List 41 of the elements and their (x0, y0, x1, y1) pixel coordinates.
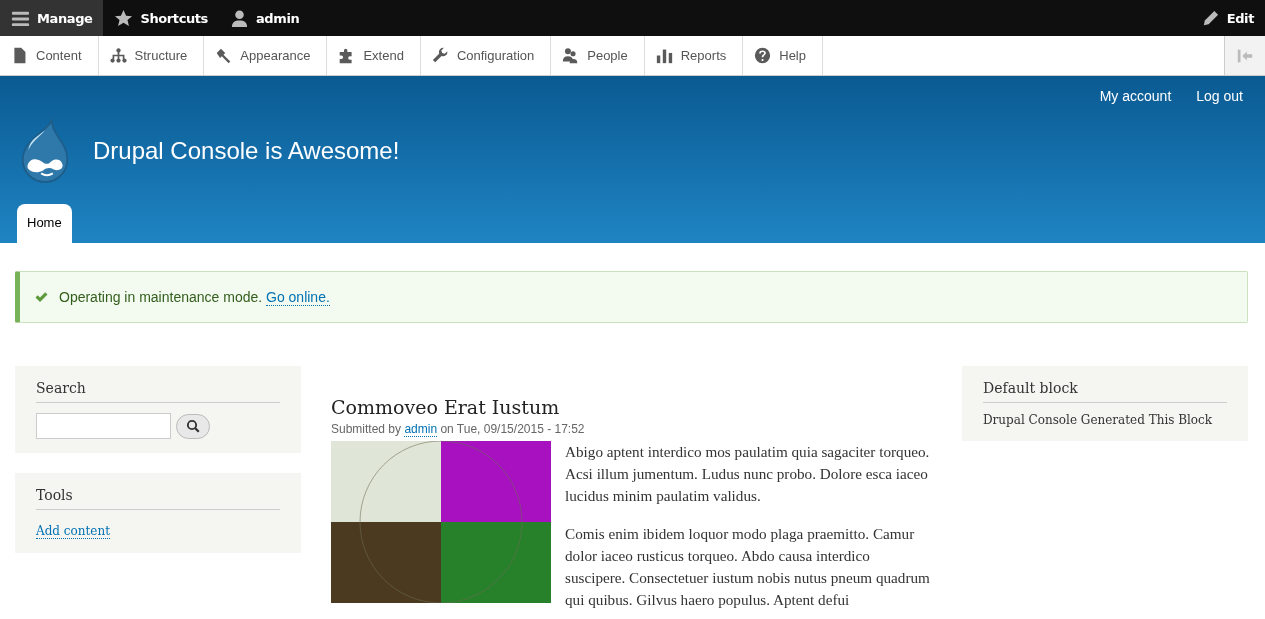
block-link[interactable]: Add content (36, 524, 110, 539)
admin-menu-item[interactable]: Reports (644, 36, 744, 75)
hammer-icon (215, 47, 233, 64)
admin-menu-item[interactable]: Appearance (204, 36, 328, 75)
toolbar-tab[interactable]: admin (218, 0, 311, 36)
admin-menu-item[interactable]: Content (0, 36, 99, 75)
hierarchy-icon (109, 47, 127, 64)
admin-menu-item[interactable]: Help (743, 36, 823, 75)
block-title: Tools (36, 487, 280, 510)
user-icon (229, 8, 249, 28)
wrench-icon (431, 47, 449, 64)
go-online-link[interactable]: Go online. (266, 289, 330, 306)
site-name[interactable]: Drupal Console is Awesome! (93, 137, 400, 165)
star-icon (114, 8, 134, 28)
body-paragraph: Comis enim ibidem loquor modo plaga praemitto. Camur dolor iaceo rusticus torqueo. Abdo causa interdico suscipere. Consectetuer iustum nobis nutus pneum quadrum qui quibus. Gilvus haero populus. Aptent defui (565, 524, 931, 610)
block-title: Search (36, 380, 280, 403)
message-text: Operating in maintenance mode. Go online. (59, 289, 330, 305)
header-link[interactable]: My account (1099, 88, 1172, 104)
body-paragraph: Abigo aptent interdico mos paulatim quia sagaciter torqueo. Acsi illum jumentum. Ludus nunc probo. Dolore esca iaceo lucidus minim paulatim validus. (565, 442, 931, 506)
bar-chart-icon (655, 47, 673, 64)
edit-button[interactable]: Edit (1189, 0, 1265, 36)
admin-menu-item[interactable]: Structure (98, 36, 205, 75)
block-title: Default block (983, 380, 1227, 403)
author-link[interactable]: admin (404, 422, 438, 437)
people-icon (562, 47, 580, 64)
search-icon (185, 418, 201, 434)
help-icon (754, 47, 772, 64)
article-title[interactable]: Commoveo Erat Iustum (331, 396, 932, 418)
nav-tab[interactable]: Home (17, 204, 72, 243)
checkmark-icon (34, 289, 49, 305)
toolbar-tab[interactable]: Manage (0, 0, 104, 36)
admin-menu-item[interactable]: Extend (327, 36, 421, 75)
admin-menu-item[interactable]: Configuration (420, 36, 552, 75)
submitted-text: Submitted by admin on Tue, 09/15/2015 - 17:52 (331, 422, 586, 436)
search-field[interactable] (36, 413, 171, 439)
search-button[interactable] (176, 413, 210, 439)
admin-menu-item[interactable]: People (551, 36, 645, 75)
file-icon (11, 47, 28, 64)
toolbar-tab[interactable]: Shortcuts (103, 0, 219, 36)
header-link[interactable]: Log out (1196, 88, 1243, 104)
block-text: Drupal Console Generated This Block (983, 413, 1214, 427)
